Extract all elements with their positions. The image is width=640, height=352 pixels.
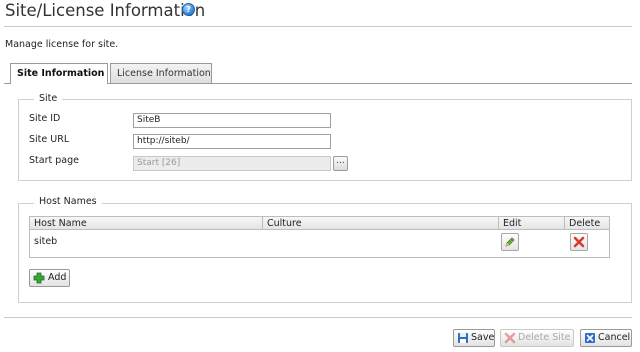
column-header-culture[interactable]: Culture	[263, 217, 499, 230]
edit-row-button[interactable]	[501, 233, 519, 251]
column-header-edit: Edit	[499, 217, 565, 230]
save-button[interactable]: Save	[453, 329, 495, 347]
column-header-delete: Delete	[569, 218, 601, 229]
delete-site-button: Delete Site	[500, 329, 574, 347]
save-label: Save	[471, 332, 495, 343]
delete-x-icon	[504, 332, 516, 344]
cancel-button[interactable]: Cancel	[580, 329, 632, 347]
host-names-legend: Host Names	[34, 196, 102, 207]
delete-site-label: Delete Site	[518, 332, 571, 343]
help-icon[interactable]: ?	[182, 3, 195, 16]
plus-icon	[33, 272, 45, 284]
floppy-disk-icon	[458, 333, 468, 343]
site-id-label: Site ID	[29, 113, 61, 124]
add-host-label: Add	[48, 272, 67, 283]
site-legend: Site	[34, 93, 63, 104]
pencil-icon	[505, 237, 515, 247]
delete-row-button[interactable]	[570, 233, 588, 251]
tab-site-information[interactable]: Site Information	[10, 63, 108, 84]
header-divider	[4, 26, 632, 27]
column-header-host-name[interactable]: Host Name	[30, 217, 263, 230]
footer-divider	[4, 317, 632, 318]
tab-license-information[interactable]: License Information	[110, 63, 212, 83]
host-grid-header: Host Name Culture Edit Delete	[29, 216, 610, 230]
delete-x-icon	[573, 236, 585, 248]
add-host-button[interactable]: Add	[29, 269, 70, 287]
site-url-input[interactable]: http://siteb/	[133, 134, 331, 149]
cancel-icon	[585, 333, 595, 343]
table-row: siteb	[29, 230, 610, 258]
start-page-input: Start [26]	[133, 156, 331, 171]
host-name-cell: siteb	[34, 236, 58, 247]
page-title: Site/License Information	[5, 1, 206, 20]
start-page-label: Start page	[29, 155, 79, 166]
site-id-input[interactable]: SiteB	[133, 113, 331, 128]
cancel-label: Cancel	[598, 332, 631, 343]
browse-start-page-button[interactable]: ...	[333, 156, 348, 171]
site-url-label: Site URL	[29, 134, 70, 145]
page-description: Manage license for site.	[5, 39, 119, 50]
